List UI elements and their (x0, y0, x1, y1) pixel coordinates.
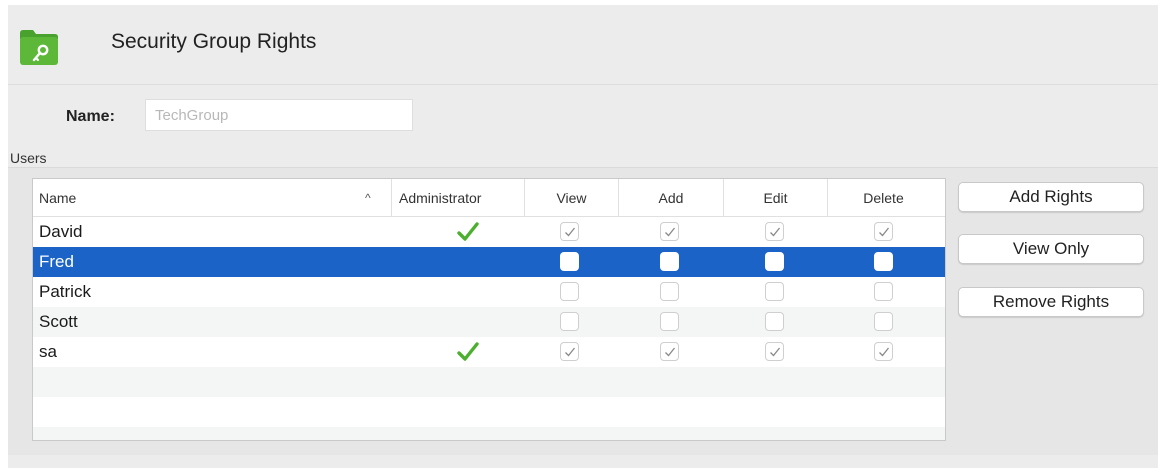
delete-checkbox[interactable] (874, 312, 893, 331)
view-checkbox[interactable] (560, 282, 579, 301)
user-name: Scott (39, 312, 78, 331)
sort-ascending-icon[interactable]: ^ (365, 179, 371, 217)
empty-row (33, 397, 945, 427)
table-row[interactable]: Patrick (33, 277, 945, 307)
add-rights-button[interactable]: Add Rights (958, 182, 1144, 212)
table-row-selected[interactable]: Fred (33, 247, 945, 277)
add-checkbox[interactable] (660, 312, 679, 331)
table-row[interactable]: sa (33, 337, 945, 367)
user-name: sa (39, 342, 57, 361)
user-name: David (39, 222, 83, 241)
column-header-add[interactable]: Add (618, 179, 723, 217)
table-header: Name ^ Administrator View Add Edit Delet… (33, 179, 945, 217)
remove-rights-button[interactable]: Remove Rights (958, 287, 1144, 317)
delete-checkbox[interactable] (874, 342, 893, 361)
empty-row (33, 427, 945, 440)
delete-checkbox[interactable] (874, 222, 893, 241)
add-checkbox[interactable] (660, 282, 679, 301)
column-header-edit[interactable]: Edit (723, 179, 827, 217)
column-header-delete[interactable]: Delete (827, 179, 939, 217)
table-row[interactable]: David (33, 217, 945, 247)
administrator-check-icon (457, 342, 479, 361)
folder-key-icon (20, 30, 58, 65)
add-checkbox[interactable] (660, 252, 679, 271)
delete-checkbox[interactable] (874, 252, 893, 271)
view-checkbox[interactable] (560, 342, 579, 361)
view-checkbox[interactable] (560, 222, 579, 241)
empty-row (33, 367, 945, 397)
security-group-rights-window: Security Group Rights Name: Users Name ^… (8, 5, 1158, 468)
header: Security Group Rights (8, 5, 1158, 85)
edit-checkbox[interactable] (765, 222, 784, 241)
users-section-label: Users (10, 150, 47, 166)
user-name: Fred (39, 252, 74, 271)
add-checkbox[interactable] (660, 342, 679, 361)
column-header-view[interactable]: View (524, 179, 618, 217)
user-name: Patrick (39, 282, 91, 301)
add-checkbox[interactable] (660, 222, 679, 241)
delete-checkbox[interactable] (874, 282, 893, 301)
administrator-check-icon (457, 222, 479, 241)
edit-checkbox[interactable] (765, 342, 784, 361)
name-label: Name: (66, 108, 115, 125)
page-title: Security Group Rights (111, 30, 317, 53)
edit-checkbox[interactable] (765, 312, 784, 331)
column-header-name[interactable]: Name (39, 179, 76, 217)
edit-checkbox[interactable] (765, 252, 784, 271)
view-checkbox[interactable] (560, 252, 579, 271)
view-checkbox[interactable] (560, 312, 579, 331)
column-header-administrator[interactable]: Administrator (391, 179, 521, 217)
edit-checkbox[interactable] (765, 282, 784, 301)
users-table: Name ^ Administrator View Add Edit Delet… (32, 178, 946, 441)
group-name-field[interactable] (145, 99, 413, 131)
view-only-button[interactable]: View Only (958, 234, 1144, 264)
table-row[interactable]: Scott (33, 307, 945, 337)
